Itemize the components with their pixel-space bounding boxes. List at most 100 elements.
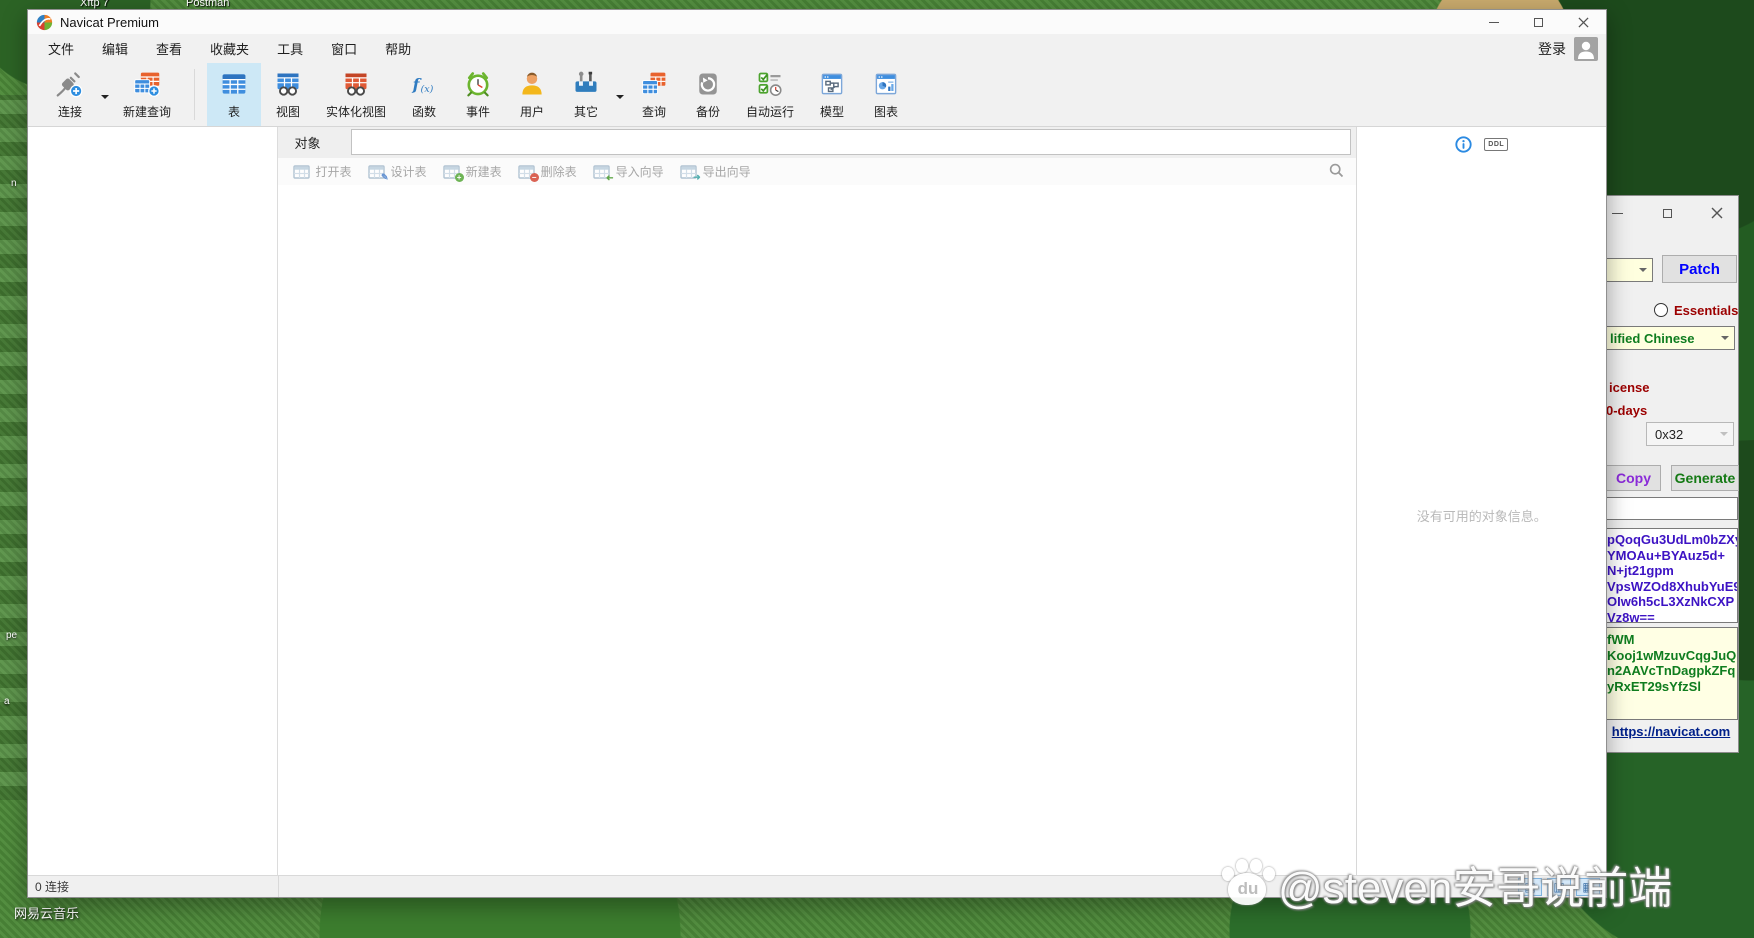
import-wizard-button[interactable]: ➜ 导入向导 (586, 161, 671, 182)
generate-button[interactable]: Generate (1671, 465, 1739, 491)
connection-tree-pane[interactable] (28, 127, 277, 877)
delete-table-button[interactable]: − 删除表 (511, 161, 584, 182)
ddl-toggle-button[interactable]: DDL (1484, 138, 1508, 151)
automation-icon (754, 70, 786, 98)
keygen-minimize-button[interactable] (1606, 204, 1628, 222)
hex-select[interactable]: 0x32 (1646, 422, 1734, 446)
toolbar-view-button[interactable]: 视图 (261, 63, 315, 126)
er-view-toggle[interactable]: ▦ (1576, 878, 1600, 896)
toolbar-materialized-view-button[interactable]: 实体化视图 (315, 63, 397, 126)
object-toolbar: 打开表 ✎ 设计表 + 新建表 (278, 158, 1357, 185)
connection-dropdown-arrow[interactable] (98, 63, 112, 126)
menu-favorites[interactable]: 收藏夹 (196, 34, 263, 63)
menu-file[interactable]: 文件 (34, 34, 88, 63)
design-table-button[interactable]: ✎ 设计表 (361, 161, 434, 182)
days-label-fragment: 0-days (1606, 403, 1647, 418)
toolbar-others-button[interactable]: 其它 (559, 63, 613, 126)
connection-count: 0 连接 (28, 878, 69, 895)
open-table-button[interactable]: 打开表 (286, 161, 359, 182)
delete-table-icon: − (518, 164, 536, 180)
user-avatar[interactable] (1574, 37, 1598, 61)
toolbar-function-button[interactable]: f (x) 函数 (397, 63, 451, 126)
toolbar-event-button[interactable]: 事件 (451, 63, 505, 126)
window-minimize-button[interactable] (1471, 10, 1516, 34)
chevron-down-icon (101, 95, 109, 103)
close-icon (1578, 17, 1589, 28)
toolbar-label: 备份 (696, 103, 720, 120)
login-button[interactable]: 登录 (1538, 39, 1566, 59)
toolbar-backup-button[interactable]: 备份 (681, 63, 735, 126)
toolbar-new-query-button[interactable]: 新建查询 (112, 63, 182, 126)
menu-tools[interactable]: 工具 (263, 34, 317, 63)
model-icon (816, 70, 848, 98)
essentials-label: Essentials (1674, 303, 1738, 318)
toolbar-label: 用户 (520, 103, 544, 120)
toolbar-query-button[interactable]: 查询 (627, 63, 681, 126)
object-toolbar-label: 导入向导 (616, 163, 664, 180)
status-bar: 0 连接 ▤ ▥ ▦ (28, 875, 1606, 897)
backup-icon (692, 70, 724, 98)
materialized-view-icon (340, 70, 372, 98)
tab-objects[interactable]: 对象 (278, 133, 331, 152)
background-text-fragment: pe (6, 630, 17, 641)
close-icon (1711, 207, 1723, 219)
minimize-icon (1489, 22, 1499, 23)
music-app-label[interactable]: 网易云音乐 (14, 903, 79, 922)
charts-icon (870, 70, 902, 98)
window-close-button[interactable] (1561, 10, 1606, 34)
menu-view[interactable]: 查看 (142, 34, 196, 63)
background-text-fragment: n (11, 178, 17, 189)
export-wizard-icon: ➜ (680, 164, 698, 180)
view-icon (272, 70, 304, 98)
objects-pane: 对象 打开表 ✎ 设计表 (278, 127, 1357, 877)
export-wizard-button[interactable]: ➜ 导出向导 (673, 161, 758, 182)
status-divider (278, 876, 279, 897)
toolbar-separator (194, 69, 195, 120)
menu-edit[interactable]: 编辑 (88, 34, 142, 63)
toolbar-model-button[interactable]: 模型 (805, 63, 859, 126)
object-filter-input[interactable] (351, 129, 1352, 155)
chevron-down-icon (1721, 336, 1729, 344)
object-toolbar-label: 删除表 (541, 163, 577, 180)
plus-icon: + (455, 173, 464, 182)
object-toolbar-label: 设计表 (391, 163, 427, 180)
main-area: 对象 打开表 ✎ 设计表 (28, 127, 1606, 877)
maximize-icon (1534, 18, 1543, 27)
menu-window[interactable]: 窗口 (317, 34, 371, 63)
list-view-toggle[interactable]: ▤ (1518, 878, 1542, 896)
toolbar-charts-button[interactable]: 图表 (859, 63, 913, 126)
toolbar-label: 表 (228, 103, 240, 120)
others-dropdown-arrow[interactable] (613, 63, 627, 126)
toolbar-label: 模型 (820, 103, 844, 120)
copy-button[interactable]: Copy (1606, 465, 1661, 491)
desktop-icon-label: Xftp 7 (80, 0, 109, 9)
event-icon (462, 70, 494, 98)
toolbar-user-button[interactable]: 用户 (505, 63, 559, 126)
search-button[interactable] (1329, 163, 1344, 178)
keygen-close-button[interactable] (1706, 204, 1728, 222)
detail-view-toggle[interactable]: ▥ (1547, 878, 1571, 896)
chevron-down-icon (1639, 268, 1647, 276)
pencil-icon: ✎ (381, 173, 389, 182)
navicat-link[interactable]: https://navicat.com (1608, 724, 1734, 739)
object-toolbar-label: 打开表 (316, 163, 352, 180)
object-list-area[interactable] (278, 185, 1357, 877)
toolbar-automation-button[interactable]: 自动运行 (735, 63, 805, 126)
hex-select-value: 0x32 (1655, 427, 1683, 442)
navicat-logo-icon (36, 14, 53, 31)
patch-button[interactable]: Patch (1662, 255, 1737, 283)
import-wizard-icon: ➜ (593, 164, 611, 180)
window-maximize-button[interactable] (1516, 10, 1561, 34)
search-icon (1329, 163, 1344, 178)
new-query-icon (130, 70, 164, 98)
connection-icon (53, 70, 87, 98)
menu-help[interactable]: 帮助 (371, 34, 425, 63)
info-icon[interactable] (1455, 136, 1472, 153)
keygen-maximize-button[interactable] (1656, 204, 1678, 222)
main-toolbar: 连接 新建查询 表 (28, 63, 1606, 127)
toolbar-connection-button[interactable]: 连接 (42, 63, 98, 126)
object-info-pane: DDL 没有可用的对象信息。 (1356, 127, 1606, 877)
essentials-radio[interactable] (1654, 303, 1668, 317)
new-table-button[interactable]: + 新建表 (436, 161, 509, 182)
toolbar-table-button[interactable]: 表 (207, 63, 261, 126)
